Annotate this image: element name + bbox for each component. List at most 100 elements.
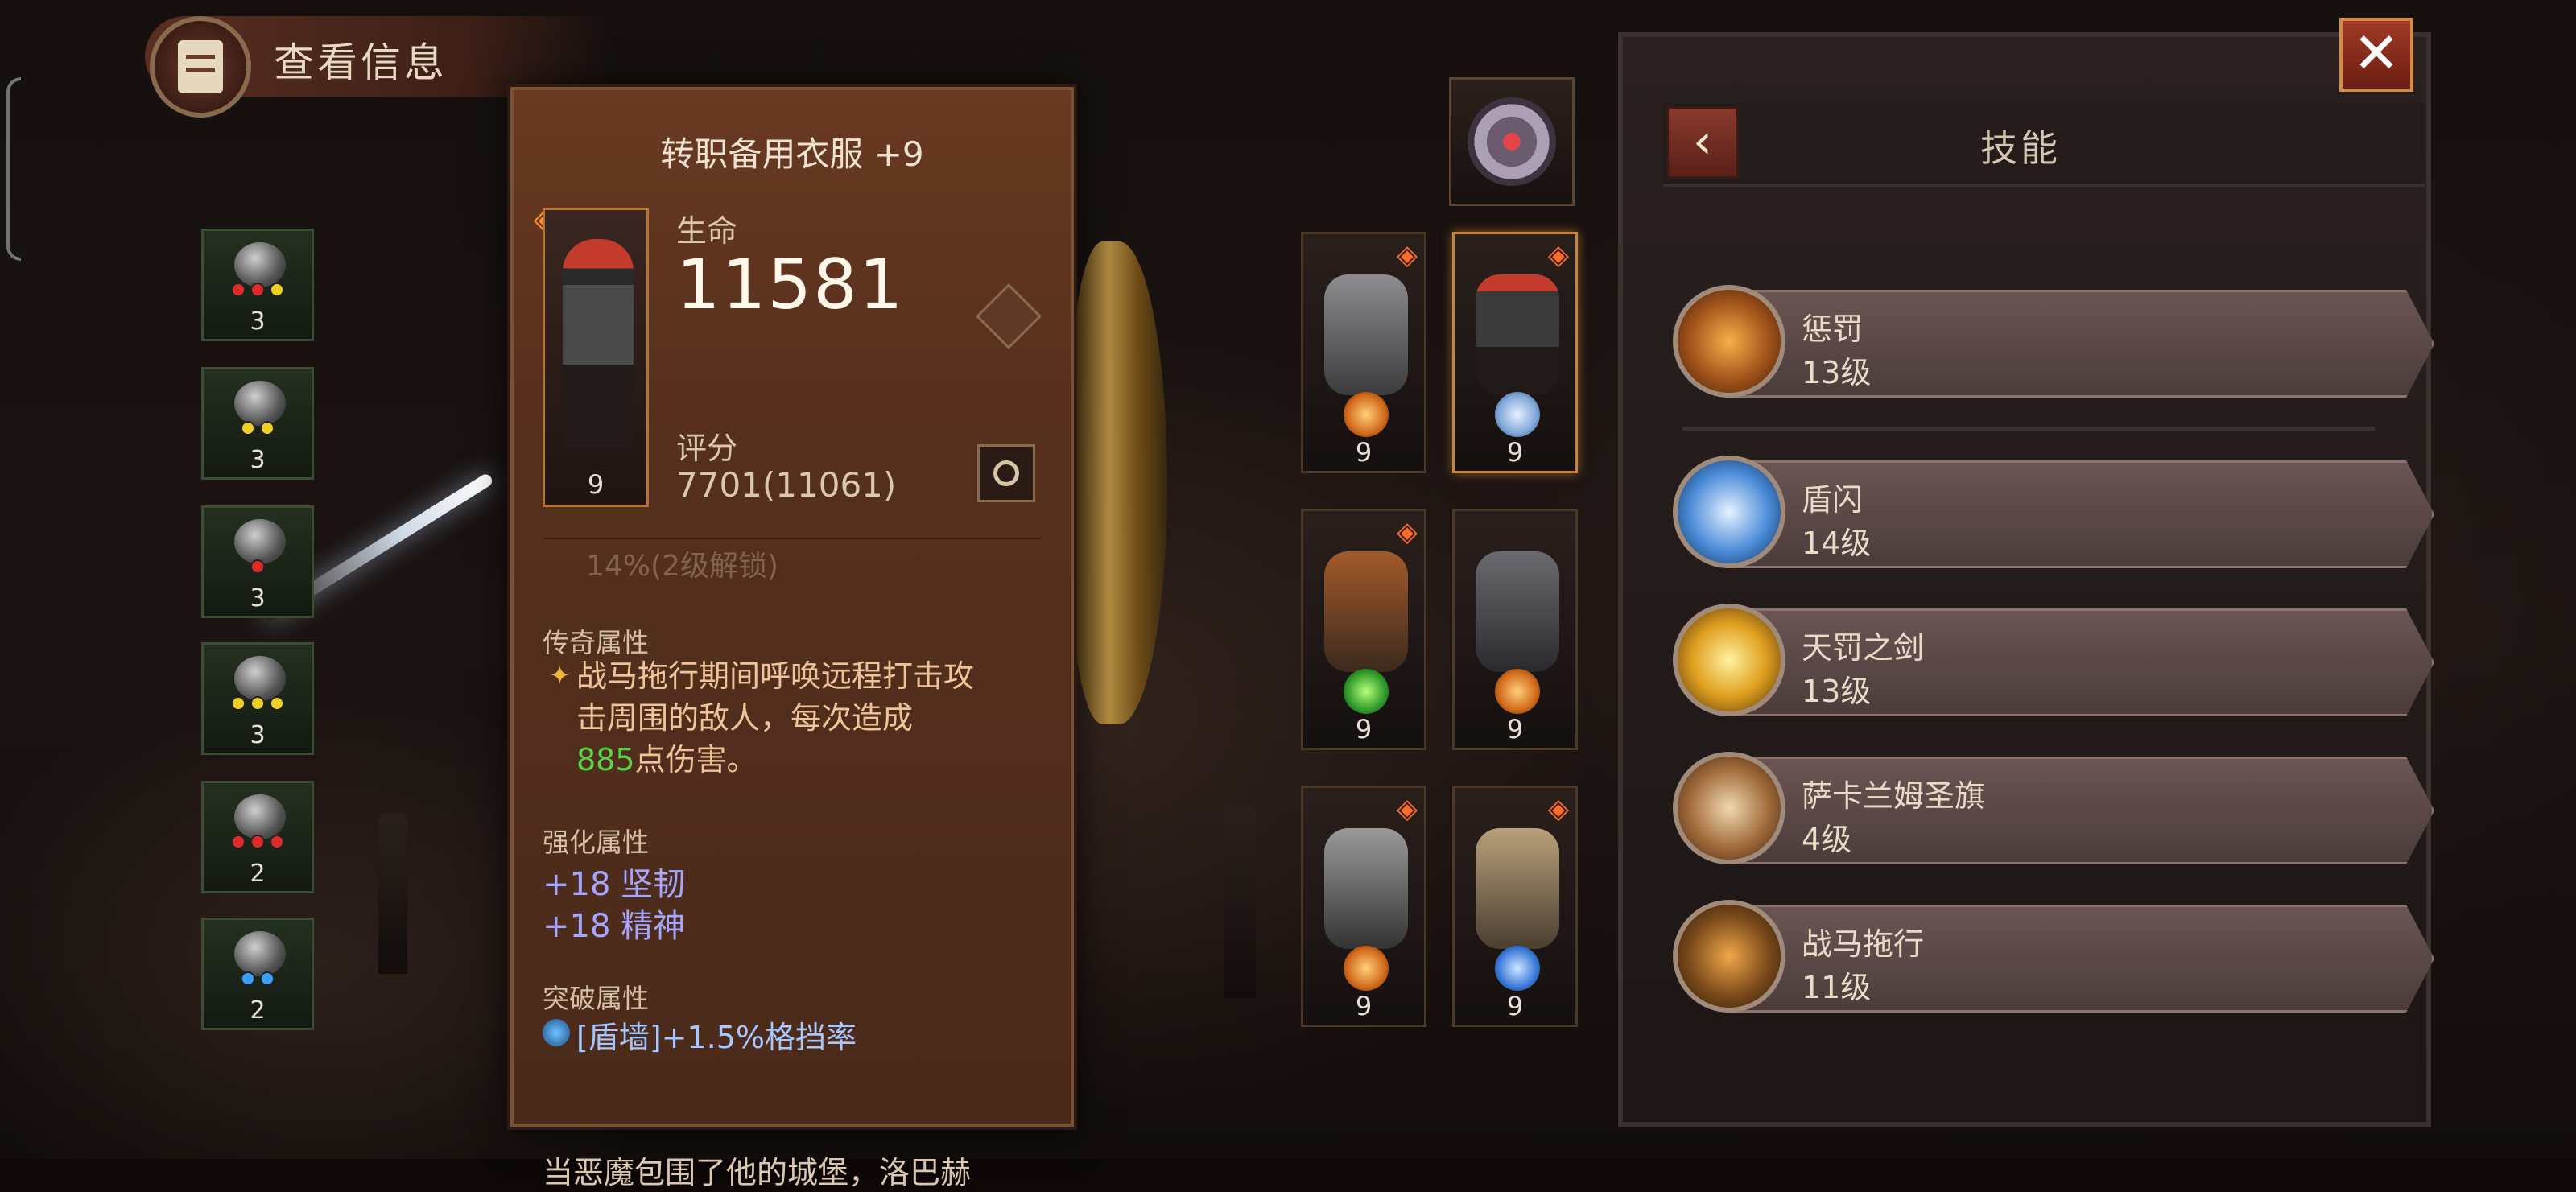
- skill-name: 战马拖行: [1802, 926, 1925, 962]
- skill-level: 13级: [1802, 355, 1872, 390]
- emblem-icon: [1468, 97, 1556, 186]
- armor-icon: [563, 239, 634, 448]
- armor-type-icon: [975, 283, 1042, 350]
- legendary-badge-icon: ◈: [1396, 239, 1418, 271]
- equipment-slot-gloves[interactable]: ◈ 9: [1301, 509, 1426, 750]
- necklace-icon: [234, 242, 286, 287]
- locked-bonus-text: 14%(2级解锁): [586, 550, 779, 583]
- belt-icon: [234, 794, 286, 839]
- pants-icon: [1476, 551, 1559, 672]
- equipment-level: 9: [1355, 991, 1373, 1021]
- lore-text: 当恶魔包围了他的城堡，洛巴赫: [543, 1155, 972, 1190]
- socket-count: 3: [250, 584, 266, 612]
- skill-row[interactable]: 盾闪 14级: [1673, 456, 2434, 568]
- banner-icon: [1673, 752, 1785, 864]
- equipment-level: 9: [1506, 437, 1524, 468]
- skill-row[interactable]: 惩罚 13级: [1673, 285, 2434, 398]
- legendary-badge-icon: ◈: [1396, 793, 1418, 825]
- gloves-icon: [1324, 551, 1408, 672]
- page-title: 查看信息: [274, 39, 448, 86]
- equipment-slot-chest[interactable]: ◈ 9: [1452, 232, 1578, 473]
- accessory-slot-boots[interactable]: 2: [201, 918, 314, 1030]
- hp-value: 11581: [676, 245, 905, 325]
- item-tooltip-panel: 转职备用衣服 +9 ◈ 9 生命 11581 评分 7701(11061) 14…: [507, 84, 1077, 1190]
- equipment-slot-shoulders[interactable]: ◈ 9: [1301, 232, 1426, 473]
- equipment-level: 9: [1506, 991, 1524, 1021]
- legendary-line: 战马拖行期间呼唤远程打击攻: [576, 658, 975, 694]
- damage-suffix: 点伤害。: [634, 742, 758, 777]
- divider: [543, 538, 1042, 539]
- item-name: 转职备用衣服 +9: [660, 134, 924, 174]
- breakthrough-stat: [盾墙]+1.5%格挡率: [576, 1020, 857, 1055]
- skill-level: 11级: [1802, 970, 1872, 1005]
- socket-orb-icon: [1495, 392, 1540, 437]
- socket-count: 3: [250, 721, 266, 749]
- accessory-slot-belt[interactable]: 2: [201, 781, 314, 893]
- warhorse-icon: [1673, 900, 1785, 1013]
- skill-level: 14级: [1802, 526, 1872, 561]
- close-icon: ✕: [2352, 20, 2401, 86]
- divider: [1682, 427, 2375, 431]
- shield-icon: [1476, 828, 1559, 949]
- background-spire: [1224, 805, 1256, 998]
- legendary-description: 战马拖行期间呼唤远程打击攻 击周围的敌人，每次造成 885点伤害。: [576, 655, 1035, 781]
- back-button[interactable]: ‹: [1666, 106, 1739, 179]
- equipment-slot-pants[interactable]: 9: [1452, 509, 1578, 750]
- skill-row[interactable]: 萨卡兰姆圣旗 4级: [1673, 752, 2434, 864]
- skills-title: 技能: [1980, 126, 2061, 170]
- close-button[interactable]: ✕: [2339, 18, 2413, 92]
- socket-orb-icon: [1495, 669, 1540, 714]
- equipment-level: 9: [1355, 437, 1373, 468]
- info-emblem: [150, 16, 251, 118]
- enhance-stat: +18 坚韧: [543, 866, 686, 903]
- skill-name: 盾闪: [1802, 482, 1864, 518]
- scroll-icon: [178, 40, 223, 93]
- item-level: 9: [587, 469, 605, 500]
- edge-handle[interactable]: [6, 77, 21, 261]
- skill-level: 4级: [1802, 822, 1852, 857]
- accessory-slot-bracer[interactable]: 3: [201, 642, 314, 755]
- sword-strike-icon: [1673, 285, 1785, 398]
- skill-level: 13级: [1802, 674, 1872, 709]
- shield-flash-icon: [1673, 456, 1785, 568]
- enhance-header: 强化属性: [543, 827, 649, 858]
- shoulders-icon: [1324, 274, 1408, 395]
- ring-icon: [234, 519, 286, 564]
- equipment-slot-weapon[interactable]: ◈ 9: [1301, 786, 1426, 1027]
- legendary-badge-icon: ◈: [1396, 516, 1418, 548]
- skill-row[interactable]: 战马拖行 11级: [1673, 900, 2434, 1013]
- socket-count: 2: [250, 996, 266, 1025]
- emblem-slot[interactable]: [1449, 77, 1575, 206]
- boots-icon: [234, 931, 286, 976]
- bracer-icon: [234, 656, 286, 701]
- skill-row[interactable]: 天罚之剑 13级: [1673, 604, 2434, 716]
- socket-orb-icon: [1344, 392, 1389, 437]
- legendary-badge-icon: ◈: [1547, 239, 1569, 271]
- breakthrough-header: 突破属性: [543, 983, 649, 1014]
- shield-wall-icon: [543, 1019, 570, 1046]
- equipment-level: 9: [1506, 714, 1524, 744]
- damage-value: 885: [576, 742, 635, 777]
- item-thumbnail: 9: [543, 208, 649, 507]
- skill-name: 天罚之剑: [1802, 630, 1925, 666]
- legendary-line: 击周围的敌人，每次造成: [576, 700, 914, 736]
- ring-icon: [234, 381, 286, 426]
- wing-decoration: [1071, 241, 1167, 724]
- socket-orb-icon: [1344, 669, 1389, 714]
- socket-count: 3: [250, 307, 266, 336]
- inspect-button[interactable]: [977, 444, 1035, 502]
- equipment-level: 9: [1355, 714, 1373, 744]
- star-icon: ✦: [549, 660, 571, 691]
- legendary-header: 传奇属性: [543, 627, 649, 658]
- accessory-slot-ring-2[interactable]: 3: [201, 505, 314, 618]
- chest-armor-icon: [1476, 274, 1559, 395]
- score-value: 7701(11061): [676, 465, 897, 505]
- holy-sword-icon: [1673, 604, 1785, 716]
- socket-orb-icon: [1495, 946, 1540, 991]
- hp-label: 生命: [676, 213, 738, 249]
- accessory-slot-ring-1[interactable]: 3: [201, 367, 314, 480]
- accessory-slot-necklace[interactable]: 3: [201, 229, 314, 341]
- socket-count: 2: [250, 860, 266, 888]
- equipment-slot-shield[interactable]: ◈ 9: [1452, 786, 1578, 1027]
- score-label: 评分: [676, 431, 738, 466]
